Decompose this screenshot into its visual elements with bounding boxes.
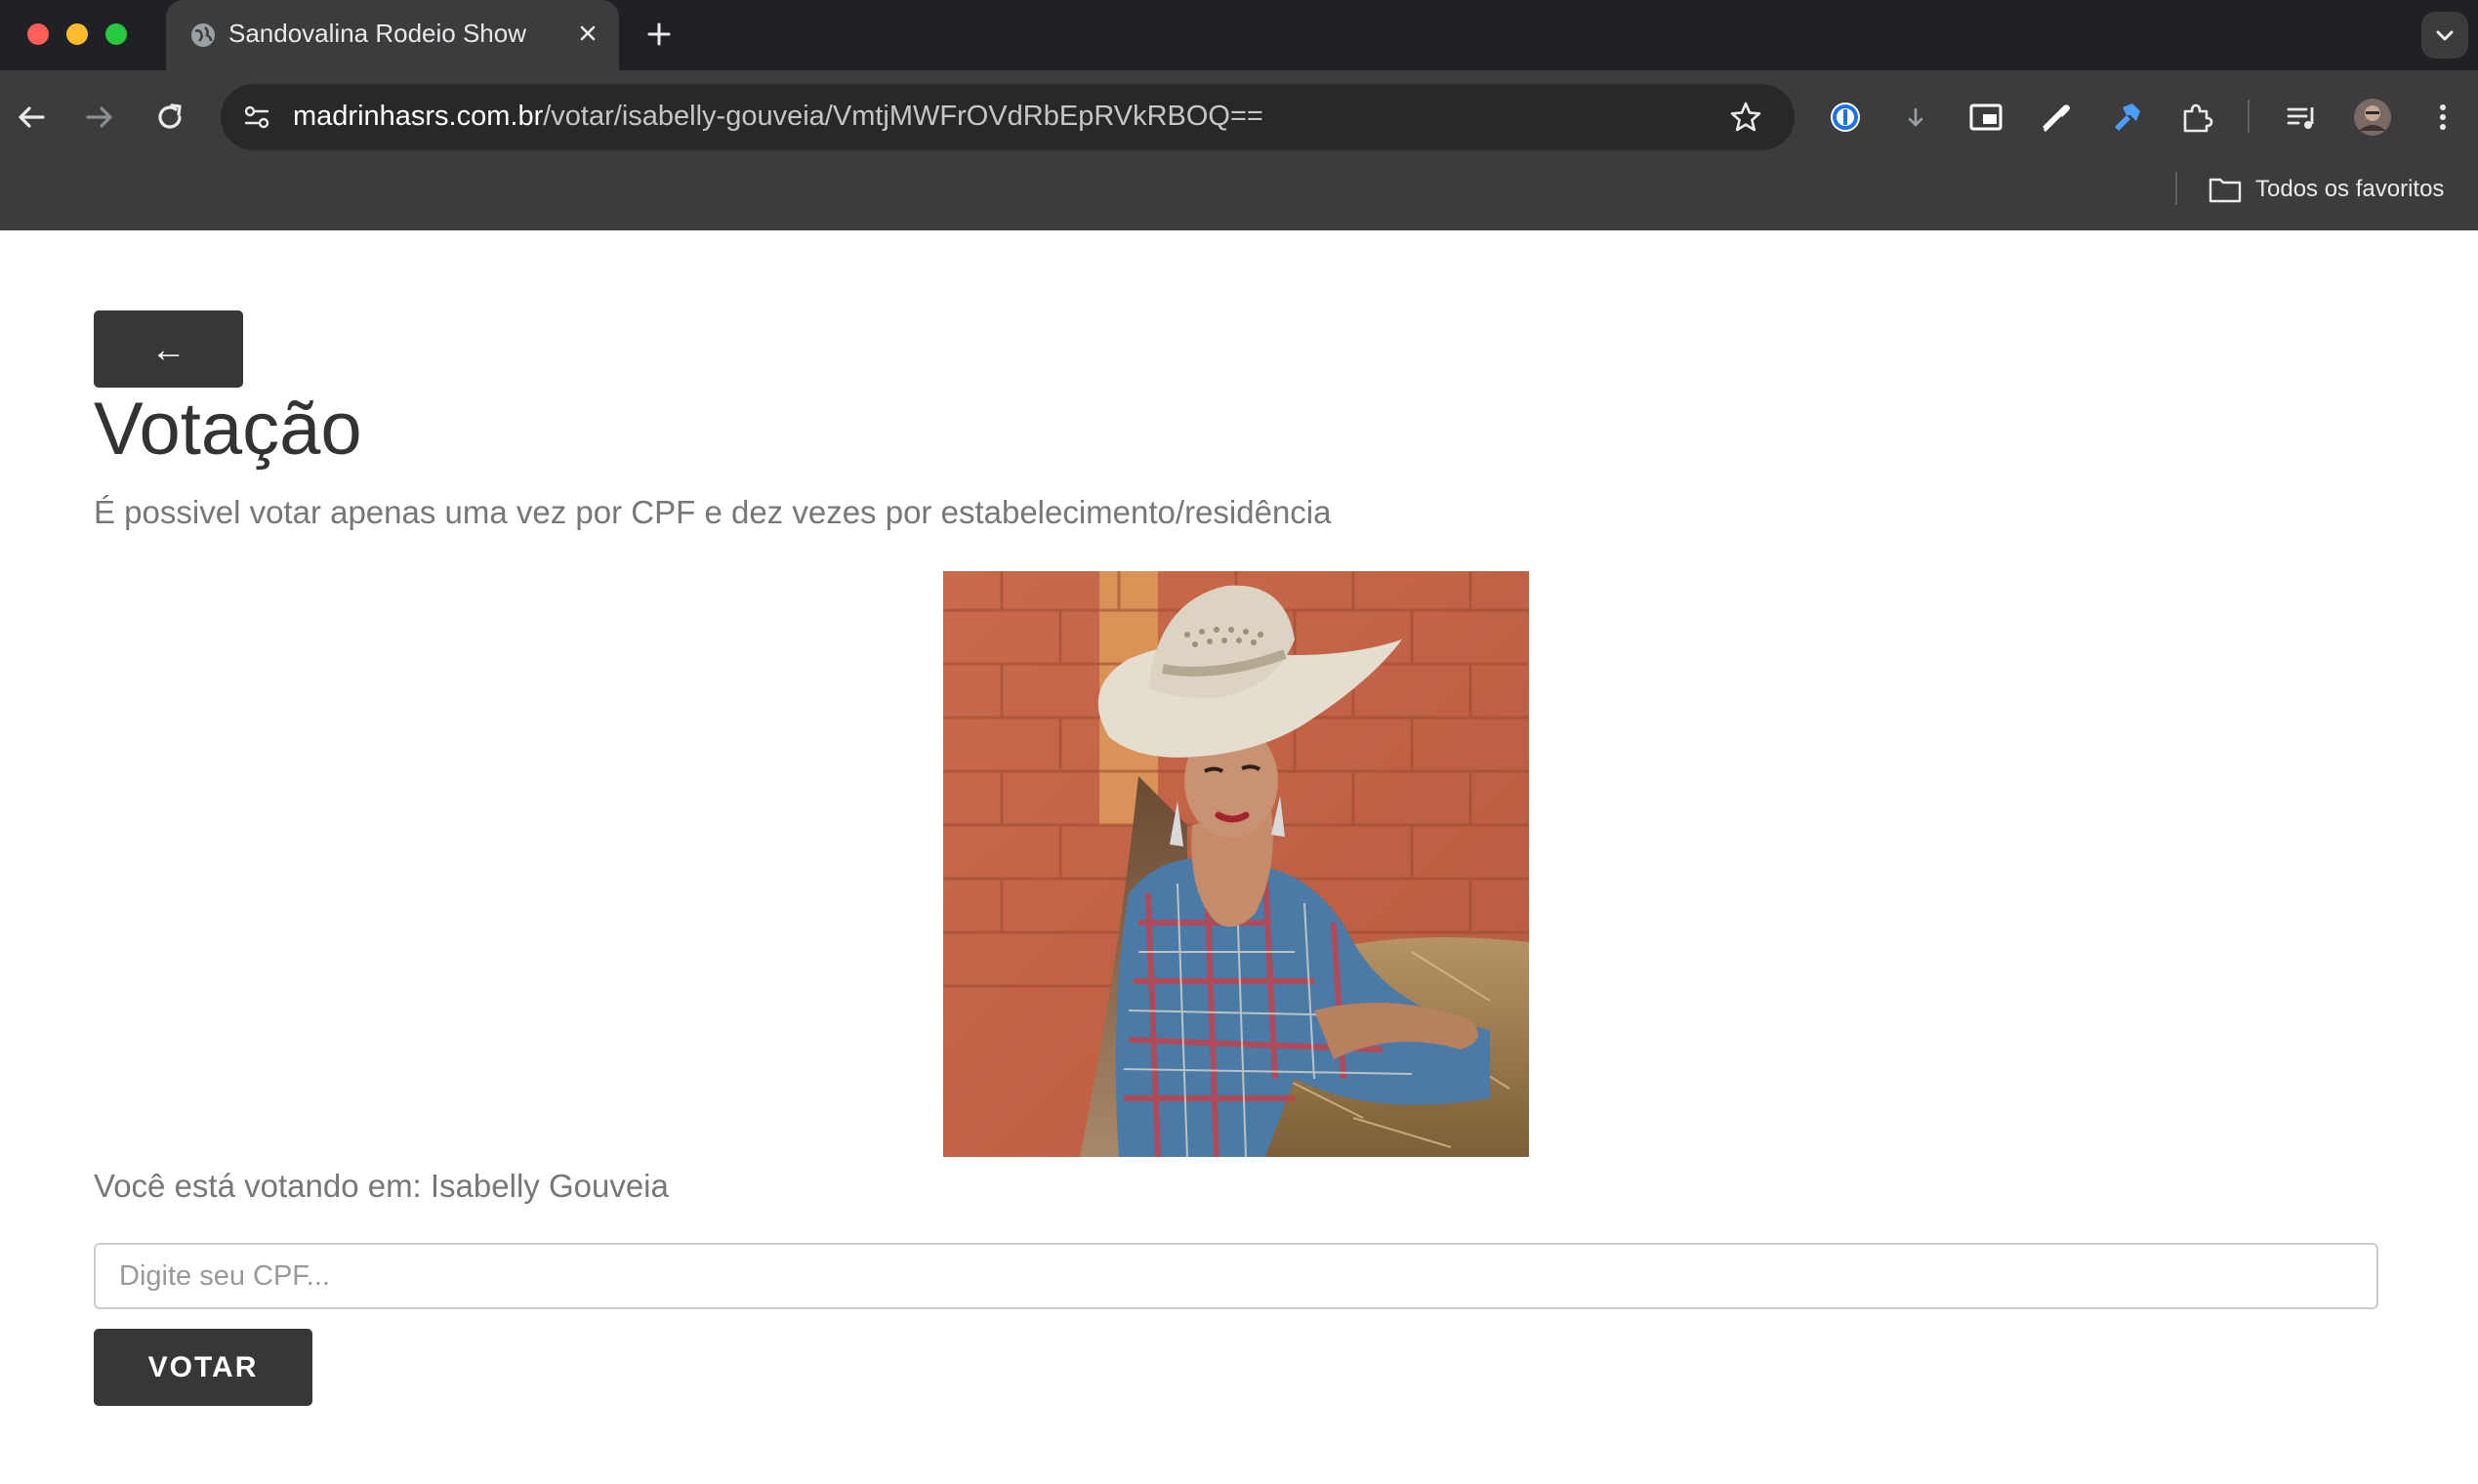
tab-title: Sandovalina Rodeio Show xyxy=(228,19,526,48)
page-content: ← Votação É possivel votar apenas uma ve… xyxy=(0,230,2478,1484)
voting-for-text: Você está votando em: Isabelly Gouveia xyxy=(94,1168,669,1204)
bookmarks-separator xyxy=(2175,172,2177,205)
close-window-button[interactable] xyxy=(27,23,49,45)
browser-chrome: Sandovalina Rodeio Show madrinhasrs.com.… xyxy=(0,0,2478,230)
browser-tab-active[interactable]: Sandovalina Rodeio Show xyxy=(166,0,619,70)
url-host: madrinhasrs.com.br xyxy=(293,101,544,132)
url-path: /votar/isabelly-gouveia/VmtjMWFrOVdRbEpR… xyxy=(543,101,1263,132)
avatar[interactable] xyxy=(2353,98,2392,137)
tab-search-button[interactable] xyxy=(2421,12,2468,59)
close-icon[interactable] xyxy=(574,20,601,47)
download-icon[interactable] xyxy=(1896,98,1935,137)
toolbar-separator xyxy=(2248,100,2250,133)
address-bar[interactable]: madrinhasrs.com.br/votar/isabelly-gouvei… xyxy=(221,84,1795,150)
arrow-right-icon[interactable] xyxy=(80,98,119,137)
eyedropper-icon[interactable] xyxy=(2037,98,2076,137)
password-manager-icon[interactable] xyxy=(1826,98,1865,137)
tune-icon[interactable] xyxy=(240,101,273,134)
voting-rules-text: É possivel votar apenas uma vez por CPF … xyxy=(94,494,1332,530)
tab-strip: Sandovalina Rodeio Show xyxy=(0,0,2478,70)
url-text[interactable]: madrinhasrs.com.br/votar/isabelly-gouvei… xyxy=(293,101,1263,133)
cpf-input[interactable] xyxy=(94,1243,2378,1309)
vote-button[interactable]: VOTAR xyxy=(94,1329,312,1406)
chevron-down-icon xyxy=(2436,30,2454,41)
page-title: Votação xyxy=(94,388,362,471)
reload-icon[interactable] xyxy=(150,98,189,137)
star-icon[interactable] xyxy=(1728,100,1763,135)
picture-in-picture-icon[interactable] xyxy=(1966,98,2005,137)
folder-icon xyxy=(2209,178,2242,203)
minimize-window-button[interactable] xyxy=(66,23,88,45)
maximize-window-button[interactable] xyxy=(105,23,127,45)
plus-icon[interactable] xyxy=(642,18,676,51)
all-bookmarks-button[interactable]: Todos os favoritos xyxy=(2255,176,2444,203)
puzzle-icon[interactable] xyxy=(2177,98,2216,137)
hammer-icon[interactable] xyxy=(2107,98,2146,137)
candidate-photo xyxy=(943,571,1529,1157)
media-queue-icon[interactable] xyxy=(2283,98,2322,137)
more-menu-icon[interactable] xyxy=(2423,98,2462,137)
arrow-left-icon[interactable] xyxy=(12,98,51,137)
globe-icon xyxy=(191,23,215,47)
back-button[interactable]: ← xyxy=(94,310,243,388)
